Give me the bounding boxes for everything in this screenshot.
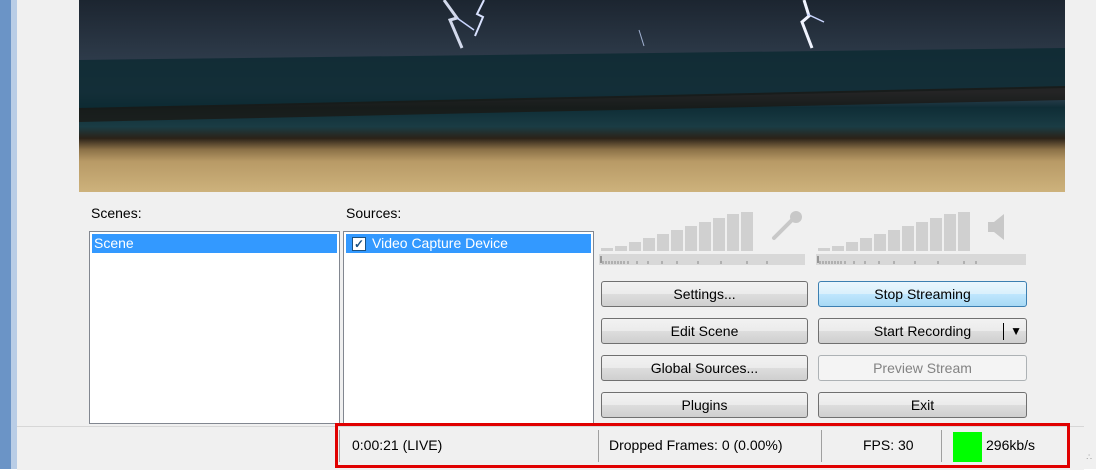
preview-image xyxy=(79,0,1065,122)
preview-stream-button: Preview Stream xyxy=(818,355,1027,381)
scene-list-item[interactable]: Scene xyxy=(92,234,337,253)
source-label: Video Capture Device xyxy=(372,235,508,251)
video-preview xyxy=(79,0,1065,192)
desktop-volume-meter[interactable] xyxy=(816,208,1028,268)
window-border-left xyxy=(0,0,11,469)
start-recording-label: Start Recording xyxy=(873,323,972,339)
source-list-item[interactable]: ✓ Video Capture Device xyxy=(346,234,591,253)
speaker-icon[interactable] xyxy=(988,214,1004,240)
highlight-annotation xyxy=(335,423,1070,468)
exit-button[interactable]: Exit xyxy=(818,392,1027,418)
sources-list[interactable]: ✓ Video Capture Device xyxy=(343,231,594,424)
settings-button[interactable]: Settings... xyxy=(601,281,808,307)
window-border-right xyxy=(1084,0,1096,469)
global-sources-button[interactable]: Global Sources... xyxy=(601,355,808,381)
split-divider xyxy=(1003,323,1004,340)
scenes-label: Scenes: xyxy=(91,205,142,221)
start-recording-button[interactable]: Start Recording ▼ xyxy=(818,318,1027,344)
resize-grip-icon[interactable]: ∴ xyxy=(1086,452,1092,463)
stop-streaming-button[interactable]: Stop Streaming xyxy=(818,281,1027,307)
scenes-list[interactable]: Scene xyxy=(89,231,340,424)
mic-volume-meter[interactable] xyxy=(599,208,809,268)
dropdown-arrow-icon[interactable]: ▼ xyxy=(1010,325,1022,337)
edit-scene-button[interactable]: Edit Scene xyxy=(601,318,808,344)
microphone-icon[interactable] xyxy=(772,211,802,240)
source-checkbox[interactable]: ✓ xyxy=(352,237,366,251)
plugins-button[interactable]: Plugins xyxy=(601,392,808,418)
sources-label: Sources: xyxy=(346,205,402,221)
